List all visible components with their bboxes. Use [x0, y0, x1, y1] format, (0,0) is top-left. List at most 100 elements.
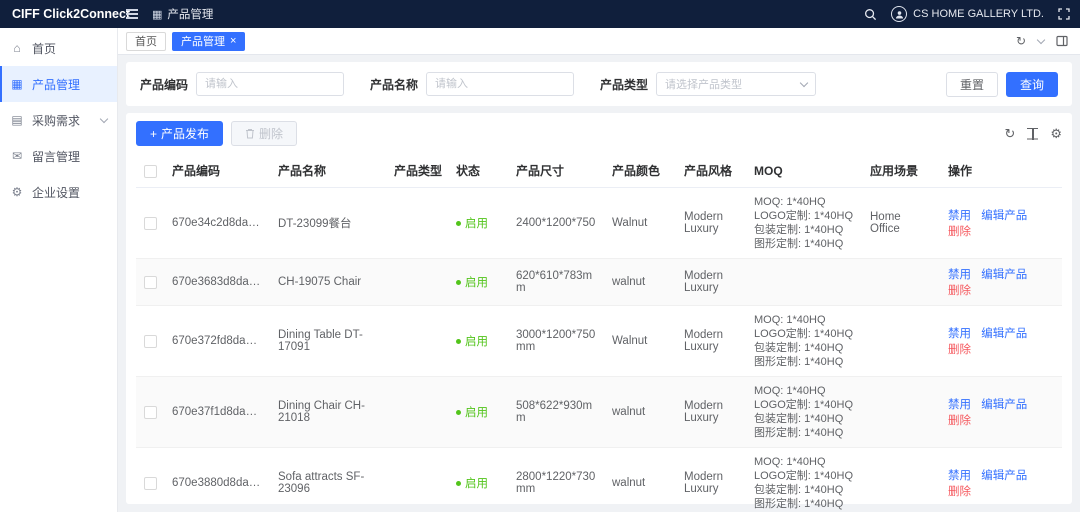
row-checkbox[interactable]: [144, 335, 157, 348]
sidebar: ⌂ 首页 ▦ 产品管理 ▤ 采购需求 ✉ 留言管理 ⚙ 企业设置: [0, 28, 118, 512]
refresh-tabs-icon[interactable]: ↻: [1016, 34, 1026, 48]
home-icon: ⌂: [10, 41, 24, 55]
enterprise-settings-icon: ⚙: [10, 185, 24, 199]
reset-button[interactable]: 重置: [946, 72, 998, 97]
cell-actions: 禁用 编辑产品 删除: [940, 306, 1062, 377]
product-type-placeholder: 请选择产品类型: [665, 76, 742, 92]
cell-product-style: Modern Luxury: [676, 377, 746, 448]
trash-icon: [245, 128, 255, 139]
product-type-select[interactable]: 请选择产品类型: [656, 72, 816, 96]
account-menu[interactable]: CS HOME GALLERY LTD.: [891, 6, 1044, 22]
sidebar-item-1[interactable]: ▦ 产品管理: [0, 66, 117, 102]
cell-moq: [746, 259, 862, 306]
cell-moq: MOQ: 1*40HQLOGO定制: 1*40HQ包装定制: 1*40HQ图形定…: [746, 188, 862, 259]
product-code-input[interactable]: [196, 72, 344, 96]
cell-moq: MOQ: 1*40HQLOGO定制: 1*40HQ包装定制: 1*40HQ图形定…: [746, 306, 862, 377]
page-body: 产品编码 产品名称 产品类型 请选择产品类型: [118, 55, 1080, 512]
edit-product-link[interactable]: 编辑产品: [981, 269, 1027, 281]
product-code-label: 产品编码: [140, 76, 188, 93]
status-dot: [456, 221, 461, 226]
tab-1[interactable]: 产品管理 ×: [172, 32, 245, 51]
column-settings-gear-icon[interactable]: ⚙: [1050, 126, 1062, 142]
row-checkbox[interactable]: [144, 477, 157, 490]
row-checkbox[interactable]: [144, 217, 157, 230]
delete-link[interactable]: 删除: [948, 226, 971, 238]
cell-product-type: [386, 188, 448, 259]
cell-product-code: 670e37f1d8da1013de0...: [164, 377, 270, 448]
sidebar-item-0[interactable]: ⌂ 首页: [0, 30, 117, 66]
select-all-checkbox[interactable]: [144, 165, 157, 178]
purchase-doc-icon: ▤: [10, 113, 24, 127]
column-header: 产品尺寸: [508, 154, 604, 188]
content-area: 首页 产品管理 × ↻ 产品编码: [118, 28, 1080, 512]
search-button[interactable]: 查询: [1006, 72, 1058, 97]
row-density-icon[interactable]: [1027, 128, 1038, 140]
cell-product-style: Modern Luxury: [676, 188, 746, 259]
layout-panel-icon[interactable]: [1056, 35, 1068, 47]
cell-product-color: Walnut: [604, 188, 676, 259]
cell-scene: Home Office: [862, 188, 940, 259]
cell-product-style: Modern Luxury: [676, 448, 746, 512]
topbar-right: CS HOME GALLERY LTD.: [864, 6, 1070, 22]
cell-product-name: CH-19075 Chair: [270, 259, 386, 306]
products-grid-icon: ▦: [152, 8, 162, 21]
delete-link[interactable]: 删除: [948, 344, 971, 356]
table-toolbar: + 产品发布 删除 ↻ ⚙: [136, 121, 1062, 154]
delete-link[interactable]: 删除: [948, 285, 971, 297]
bulk-delete-button[interactable]: 删除: [231, 121, 297, 146]
cell-product-name: DT-23099餐台: [270, 188, 386, 259]
tab-tools: ↻: [1016, 34, 1072, 48]
cell-actions: 禁用 编辑产品 删除: [940, 377, 1062, 448]
cell-product-size: 2400*1200*750: [508, 188, 604, 259]
refresh-table-icon[interactable]: ↻: [1004, 126, 1015, 142]
cell-product-code: 670e3880d8da1013de...: [164, 448, 270, 512]
publish-product-button[interactable]: + 产品发布: [136, 121, 223, 146]
edit-product-link[interactable]: 编辑产品: [981, 210, 1027, 222]
product-name-input[interactable]: [426, 72, 574, 96]
column-header: 产品颜色: [604, 154, 676, 188]
row-checkbox[interactable]: [144, 406, 157, 419]
close-icon[interactable]: ×: [230, 36, 236, 47]
disable-link[interactable]: 禁用: [948, 470, 971, 482]
disable-link[interactable]: 禁用: [948, 210, 971, 222]
chevron-down-icon: [800, 78, 808, 86]
cell-product-size: 2800*1220*730mm: [508, 448, 604, 512]
cell-product-code: 670e3683d8da1013de...: [164, 259, 270, 306]
sidebar-item-4[interactable]: ⚙ 企业设置: [0, 174, 117, 210]
delete-link[interactable]: 删除: [948, 415, 971, 427]
disable-link[interactable]: 禁用: [948, 269, 971, 281]
plus-icon: +: [150, 127, 157, 141]
edit-product-link[interactable]: 编辑产品: [981, 328, 1027, 340]
cell-product-color: walnut: [604, 448, 676, 512]
table-body: 670e34c2d8da1013de0... DT-23099餐台 启用 240…: [136, 188, 1062, 512]
column-header: 产品类型: [386, 154, 448, 188]
sidebar-item-label: 采购需求: [32, 112, 80, 129]
sidebar-item-3[interactable]: ✉ 留言管理: [0, 138, 117, 174]
cell-product-style: Modern Luxury: [676, 259, 746, 306]
tab-0[interactable]: 首页: [126, 32, 166, 51]
cell-product-color: walnut: [604, 259, 676, 306]
cell-status: 启用: [448, 377, 508, 448]
row-checkbox[interactable]: [144, 276, 157, 289]
cell-product-type: [386, 259, 448, 306]
cell-actions: 禁用 编辑产品 删除: [940, 259, 1062, 306]
disable-link[interactable]: 禁用: [948, 399, 971, 411]
filter-actions: 重置 查询: [946, 72, 1058, 97]
disable-link[interactable]: 禁用: [948, 328, 971, 340]
column-header: 状态: [448, 154, 508, 188]
chevron-down-icon[interactable]: [1038, 40, 1044, 43]
column-header: 产品编码: [164, 154, 270, 188]
status-dot: [456, 339, 461, 344]
status-dot: [456, 410, 461, 415]
avatar: [891, 6, 907, 22]
edit-product-link[interactable]: 编辑产品: [981, 399, 1027, 411]
cell-product-type: [386, 377, 448, 448]
sidebar-item-2[interactable]: ▤ 采购需求: [0, 102, 117, 138]
table-row: 670e3683d8da1013de... CH-19075 Chair 启用 …: [136, 259, 1062, 306]
collapse-menu-icon[interactable]: [126, 13, 138, 15]
search-icon[interactable]: [864, 8, 877, 21]
delete-link[interactable]: 删除: [948, 486, 971, 498]
filter-bar: 产品编码 产品名称 产品类型 请选择产品类型: [126, 62, 1072, 106]
edit-product-link[interactable]: 编辑产品: [981, 470, 1027, 482]
fullscreen-icon[interactable]: [1058, 8, 1070, 20]
